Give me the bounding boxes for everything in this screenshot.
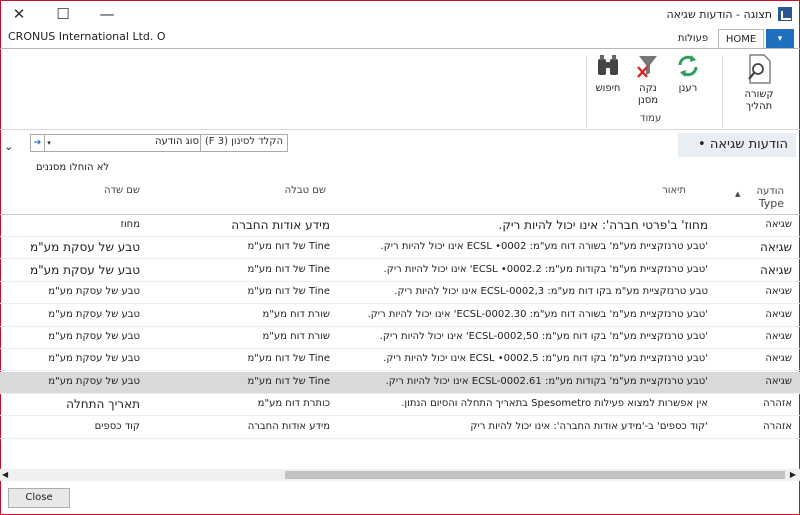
header-type[interactable]: הודעה Type bbox=[756, 186, 784, 210]
cell-description: 'טבע טרנזקציית מע"מ' בקו דוח מע"מ: ECSL-… bbox=[379, 331, 708, 342]
table-row[interactable]: שגיאה 'טבע טרנזקציית מע"מ' בקו דוח מע"מ: … bbox=[0, 327, 800, 349]
cell-description: טבע טרנזקציית מע"מ בקו דוח מע"מ: ECSL-00… bbox=[394, 286, 708, 298]
ribbon-home-tab[interactable]: HOME bbox=[718, 29, 764, 49]
cell-field-name: טבע של עסקת מע"מ bbox=[29, 240, 140, 255]
ribbon-separator bbox=[586, 55, 587, 127]
binoculars-icon bbox=[598, 55, 618, 75]
cell-type: שגיאה bbox=[765, 219, 792, 230]
find-label: חיפוש bbox=[595, 83, 621, 94]
cell-type: שגיאה bbox=[765, 331, 792, 342]
cell-type: אזהרה bbox=[763, 420, 792, 432]
table-row[interactable]: אזהרה אין אפשרות למצוא פעילות Spesometro … bbox=[0, 394, 800, 417]
table-row[interactable]: אזהרה 'קוד כספים' ב-'מידע אודות החברה': א… bbox=[0, 417, 800, 439]
cell-field-name: טבע של עסקת מע"מ bbox=[29, 262, 140, 277]
cell-type: שגיאה bbox=[760, 262, 792, 277]
table-row[interactable]: שגיאה 'טבע טרנזקציית מע"מ' בשורה דוח מע"מ… bbox=[0, 305, 800, 327]
minimize-window-button[interactable]: — bbox=[96, 4, 118, 24]
filter-field-select[interactable]: סוג הודעה bbox=[155, 136, 199, 147]
table-row[interactable]: שגיאה 'טבע טרנזקציית מע"מ' בקודות מע"מ: E… bbox=[0, 260, 800, 282]
ribbon: קשורה תהליך רענן נקה מסנן חיפוש עמוד bbox=[0, 48, 800, 130]
find-button[interactable]: חיפוש bbox=[590, 53, 626, 95]
cell-table-name: שורת דוח מע"מ bbox=[262, 308, 330, 320]
cell-table-name: Tine של דוח מע"מ bbox=[247, 286, 330, 298]
table-row[interactable]: שגיאה 'טבע טרנזקציית מע"מ' בשורה דוח מע"מ… bbox=[0, 237, 800, 260]
cell-table-name: Tine של דוח מע"מ bbox=[247, 241, 330, 253]
cell-field-name: טבע של עסקת מע"מ bbox=[48, 308, 140, 320]
table-row[interactable]: שגיאה 'טבע טרנזקציית מע"מ' בקו דוח מע"מ: … bbox=[0, 349, 800, 372]
refresh-button[interactable]: רענן bbox=[668, 53, 708, 95]
cell-table-name: כותרת דוח מע"מ bbox=[257, 398, 330, 410]
company-name: CRONUS International Ltd. O bbox=[8, 30, 166, 43]
cell-field-name: קוד כספים bbox=[94, 420, 140, 432]
close-window-button[interactable]: ✕ bbox=[8, 4, 30, 24]
cell-field-name: מחוז bbox=[120, 219, 140, 230]
show-linked-label-2: תהליך bbox=[745, 101, 773, 112]
clear-filter-icon bbox=[637, 56, 657, 78]
cell-table-name: Tine של דוח מע"מ bbox=[247, 263, 330, 275]
header-type-line2: Type bbox=[758, 197, 784, 210]
app-icon bbox=[778, 7, 792, 21]
cell-type: שגיאה bbox=[765, 308, 792, 320]
scroll-right-icon[interactable]: ▶ bbox=[790, 469, 796, 481]
refresh-icon bbox=[678, 55, 698, 77]
cell-description: מחוז' ב'פרטי חברה': אינו יכול להיות ריק. bbox=[498, 218, 708, 232]
filter-box[interactable]: ➔ ▾ סוג הודעה הקלד לסינון (F 3) bbox=[30, 134, 288, 152]
clear-filter-button[interactable]: נקה מסנן bbox=[630, 53, 666, 107]
cell-field-name: טבע של עסקת מע"מ bbox=[48, 353, 140, 365]
sort-ascending-icon: ▲ bbox=[735, 190, 741, 198]
cell-description: 'טבע טרנזקציית מע"מ' בקו דוח מע"מ: ECSL … bbox=[383, 353, 708, 365]
filter-dropdown-icon[interactable]: ▾ bbox=[45, 135, 53, 151]
cell-type: שגיאה bbox=[765, 375, 792, 387]
cell-description: 'טבע טרנזקציית מע"מ' בשורה דוח מע"מ: ECS… bbox=[367, 308, 708, 320]
header-field-name[interactable]: שם שדה bbox=[104, 185, 140, 196]
refresh-label: רענן bbox=[678, 83, 698, 94]
ribbon-separator bbox=[722, 55, 723, 127]
cell-table-name: Tine של דוח מע"מ bbox=[247, 375, 330, 387]
document-search-icon bbox=[748, 54, 771, 84]
clear-filter-label-2: מסנן bbox=[637, 95, 658, 106]
cell-description: 'טבע טרנזקציית מע"מ' בקודות מע"מ: ECSL-0… bbox=[385, 375, 708, 387]
window-title: תצוגה - הודעות שגיאה bbox=[666, 8, 772, 21]
cell-field-name: טבע של עסקת מע"מ bbox=[48, 286, 140, 298]
horizontal-scrollbar[interactable]: ◀ ▶ bbox=[0, 469, 800, 481]
cell-table-name: מידע אודות החברה bbox=[231, 218, 330, 232]
show-linked-button[interactable]: קשורה תהליך bbox=[735, 53, 783, 113]
header-table-name[interactable]: שם טבלה bbox=[285, 185, 326, 196]
filter-go-icon[interactable]: ➔ bbox=[31, 135, 45, 151]
cell-description: 'קוד כספים' ב-'מידע אודות החברה': אינו י… bbox=[470, 420, 708, 432]
filter-input[interactable]: הקלד לסינון (F 3) bbox=[205, 136, 283, 147]
cell-field-name: טבע של עסקת מע"מ bbox=[48, 375, 140, 387]
scroll-left-icon[interactable]: ◀ bbox=[2, 469, 8, 481]
cell-description: 'טבע טרנזקציית מע"מ' בקודות מע"מ: ECSL •… bbox=[383, 263, 708, 275]
title-bar: ✕ ☐ — תצוגה - הודעות שגיאה bbox=[0, 0, 800, 28]
cell-description: אין אפשרות למצוא פעילות Spesometro בתארי… bbox=[401, 398, 708, 410]
show-linked-label-1: קשורה bbox=[744, 89, 774, 100]
table-row[interactable]: שגיאה טבע טרנזקציית מע"מ בקו דוח מע"מ: EC… bbox=[0, 282, 800, 305]
filter-separator bbox=[200, 135, 201, 151]
header-type-line1: הודעה bbox=[756, 186, 784, 197]
table-row[interactable]: שגיאה 'טבע טרנזקציית מע"מ' בקודות מע"מ: E… bbox=[0, 371, 800, 394]
clear-filter-label-1: נקה bbox=[639, 83, 657, 94]
scrollbar-thumb[interactable] bbox=[285, 471, 785, 479]
cell-table-name: שורת דוח מע"מ bbox=[262, 331, 330, 342]
cell-type: שגיאה bbox=[765, 286, 792, 298]
header-description[interactable]: תיאור bbox=[662, 185, 686, 196]
page-title: הודעות שגיאה • bbox=[678, 133, 796, 157]
cell-table-name: Tine של דוח מע"מ bbox=[247, 353, 330, 365]
close-button[interactable]: Close bbox=[8, 488, 70, 508]
ribbon-file-tab[interactable]: ▾ bbox=[766, 29, 794, 49]
cell-type: אזהרה bbox=[763, 398, 792, 410]
ribbon-actions-tab[interactable]: פעולות bbox=[670, 29, 716, 49]
cell-field-name: תאריך התחלה bbox=[66, 397, 140, 412]
maximize-window-button[interactable]: ☐ bbox=[52, 4, 74, 24]
table-row[interactable]: שגיאה מחוז' ב'פרטי חברה': אינו יכול להיות… bbox=[0, 215, 800, 237]
collapse-chevron-icon[interactable]: ⌄ bbox=[4, 140, 13, 153]
cell-type: שגיאה bbox=[760, 240, 792, 255]
group-label-page: עמוד bbox=[640, 113, 662, 124]
cell-description: 'טבע טרנזקציית מע"מ' בשורה דוח מע"מ: ECS… bbox=[380, 241, 708, 253]
cell-field-name: טבע של עסקת מע"מ bbox=[48, 331, 140, 342]
cell-table-name: מידע אודות החברה bbox=[247, 420, 330, 432]
no-filters-text: לא הוחלו מסננים bbox=[36, 162, 110, 173]
cell-type: שגיאה bbox=[765, 353, 792, 365]
